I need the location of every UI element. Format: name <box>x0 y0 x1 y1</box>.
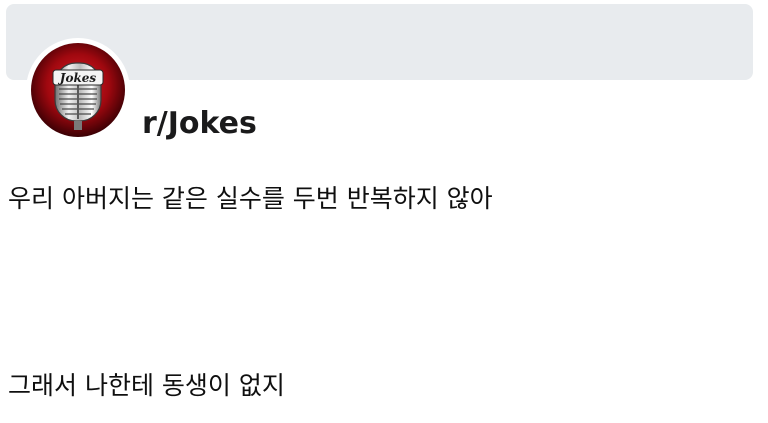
subreddit-name[interactable]: r/Jokes <box>142 104 257 144</box>
post-title: 우리 아버지는 같은 실수를 두번 반복하지 않아 <box>8 184 493 213</box>
subreddit-avatar[interactable]: Jokes <box>26 38 130 142</box>
post-body: 그래서 나한테 동생이 없지 <box>8 371 285 400</box>
avatar-logo-text: Jokes <box>58 71 97 85</box>
microphone-icon: Jokes <box>31 43 125 137</box>
